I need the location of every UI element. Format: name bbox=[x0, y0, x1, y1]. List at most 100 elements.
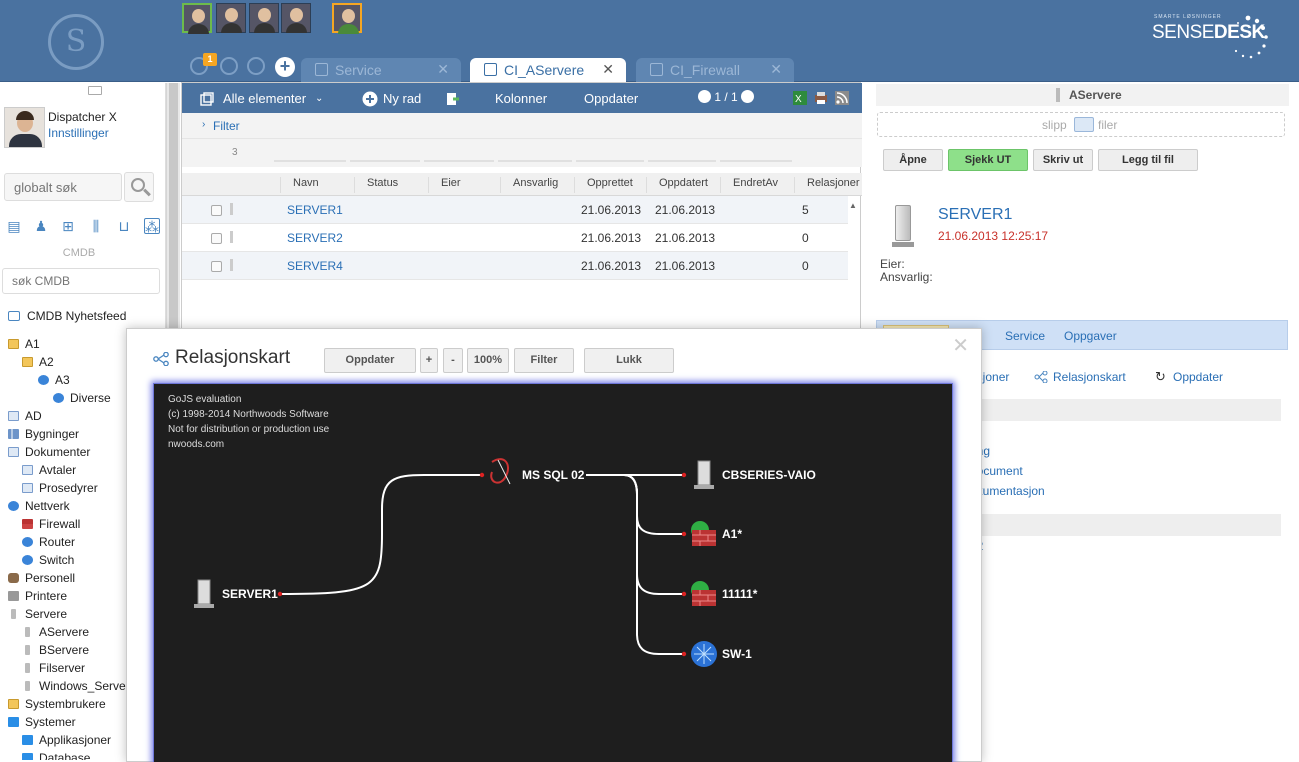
row-checkbox[interactable] bbox=[211, 233, 222, 244]
avatar[interactable] bbox=[4, 107, 45, 148]
table-row[interactable]: SERVER2 21.06.2013 21.06.2013 0 bbox=[182, 224, 848, 252]
table-row[interactable]: SERVER1 21.06.2013 21.06.2013 5 bbox=[182, 196, 848, 224]
add-icon[interactable] bbox=[362, 91, 378, 107]
cmdb-search-input[interactable] bbox=[2, 268, 160, 294]
export-icon[interactable] bbox=[446, 92, 460, 106]
close-icon[interactable]: ✕ bbox=[437, 61, 449, 78]
node-sw-1[interactable]: SW-1 bbox=[722, 647, 752, 661]
close-button[interactable]: Lukk bbox=[584, 348, 674, 373]
tree-item-a3[interactable]: A3 bbox=[38, 371, 70, 389]
tree-item-dokumenter[interactable]: Dokumenter bbox=[8, 443, 90, 461]
row-checkbox[interactable] bbox=[211, 261, 222, 272]
zoom-in-button[interactable]: + bbox=[420, 348, 438, 373]
view-selector[interactable]: Alle elementer bbox=[223, 91, 306, 106]
tree-item-personell[interactable]: Personell bbox=[8, 569, 75, 587]
tree-item-printere[interactable]: Printere bbox=[8, 587, 67, 605]
tree-item-database[interactable]: Database bbox=[22, 749, 90, 760]
file-drop-zone[interactable]: slipp filer bbox=[877, 112, 1285, 137]
scroll-up-icon[interactable]: ▲ bbox=[849, 201, 857, 210]
keyboard-icon[interactable] bbox=[88, 86, 102, 95]
prev-page-icon[interactable] bbox=[698, 90, 711, 103]
tree-item-bservere[interactable]: BServere bbox=[22, 641, 89, 659]
close-icon[interactable]: ✕ bbox=[952, 333, 969, 358]
tree-item-bygninger[interactable]: Bygninger bbox=[8, 425, 79, 443]
close-icon[interactable]: ✕ bbox=[602, 61, 614, 78]
user-avatar[interactable] bbox=[182, 3, 212, 34]
tree-item-systemer[interactable]: Systemer bbox=[8, 713, 76, 731]
row-name[interactable]: SERVER2 bbox=[287, 231, 343, 245]
tree-item-avtaler[interactable]: Avtaler bbox=[22, 461, 76, 479]
building-icon[interactable]: ▤ bbox=[6, 218, 22, 234]
tree-item-applikasjoner[interactable]: Applikasjoner bbox=[22, 731, 111, 749]
person-icon[interactable]: ♟ bbox=[33, 218, 49, 234]
hierarchy-icon[interactable]: ⊞ bbox=[60, 218, 76, 234]
book-icon[interactable]: ⊔ bbox=[116, 218, 132, 234]
attachment-icon[interactable] bbox=[247, 57, 265, 75]
chevron-down-icon[interactable]: ⌄ bbox=[315, 93, 323, 104]
scrollbar-thumb[interactable] bbox=[169, 83, 178, 328]
user-avatar[interactable] bbox=[249, 3, 279, 33]
clock-icon[interactable] bbox=[220, 57, 238, 75]
refresh-button[interactable]: Oppdater bbox=[324, 348, 416, 373]
tab-service[interactable]: Service ✕ bbox=[301, 58, 461, 82]
close-icon[interactable]: ✕ bbox=[770, 61, 782, 78]
notification-badge[interactable]: 1 bbox=[203, 53, 217, 66]
filter-button[interactable]: Filter bbox=[514, 348, 574, 373]
sliders-icon[interactable]: ⫼ bbox=[88, 218, 104, 234]
column-header[interactable]: Relasjoner bbox=[794, 177, 862, 193]
tree-item-nettverk[interactable]: Nettverk bbox=[8, 497, 70, 515]
newsfeed-link[interactable]: CMDB Nyhetsfeed bbox=[8, 309, 126, 323]
grid-scrollbar[interactable]: ▲ bbox=[846, 196, 860, 336]
global-search-input[interactable] bbox=[4, 173, 122, 201]
user-avatar[interactable] bbox=[216, 3, 246, 33]
tree-item-firewall[interactable]: Firewall bbox=[22, 515, 80, 533]
zoom-out-button[interactable]: - bbox=[443, 348, 463, 373]
excel-icon[interactable]: X bbox=[793, 91, 807, 105]
column-header[interactable]: EndretAv bbox=[720, 177, 794, 193]
user-avatar-selected[interactable] bbox=[332, 3, 362, 34]
tree-item-a1[interactable]: A1 bbox=[8, 335, 40, 353]
row-name[interactable]: SERVER4 bbox=[287, 259, 343, 273]
node-server1[interactable]: SERVER1 bbox=[222, 587, 278, 601]
columns-button[interactable]: Kolonner bbox=[495, 91, 547, 106]
next-page-icon[interactable] bbox=[741, 90, 755, 103]
tree-item-prosedyrer[interactable]: Prosedyrer bbox=[22, 479, 98, 497]
relation-map-canvas[interactable]: GoJS evaluation (c) 1998-2014 Northwoods… bbox=[153, 383, 953, 762]
refresh-link[interactable]: Oppdater bbox=[1173, 370, 1223, 384]
app-logo[interactable]: S bbox=[48, 14, 104, 70]
filter-toggle[interactable]: Filter bbox=[213, 119, 240, 133]
column-header[interactable]: Ansvarlig bbox=[500, 177, 574, 193]
column-header[interactable]: Oppdatert bbox=[646, 177, 720, 193]
print-button[interactable]: Skriv ut bbox=[1033, 149, 1093, 171]
tree-item-a2[interactable]: A2 bbox=[22, 353, 54, 371]
refresh-button[interactable]: Oppdater bbox=[584, 91, 638, 106]
tree-item-servere[interactable]: Servere bbox=[8, 605, 67, 623]
tree-item-aservere[interactable]: AServere bbox=[22, 623, 89, 641]
tree-item-systembrukere[interactable]: Systembrukere bbox=[8, 695, 106, 713]
tree-item-diverse[interactable]: Diverse bbox=[53, 389, 111, 407]
tab-ci-firewall[interactable]: CI_Firewall ✕ bbox=[636, 58, 794, 82]
new-tab-button[interactable]: + bbox=[275, 57, 295, 77]
column-header[interactable]: Eier bbox=[428, 177, 500, 193]
view-icon[interactable] bbox=[200, 92, 214, 106]
column-header[interactable]: Opprettet bbox=[574, 177, 648, 193]
column-header[interactable]: Navn bbox=[280, 177, 354, 193]
tree-item-ad[interactable]: AD bbox=[8, 407, 42, 425]
filter-row[interactable]: › Filter bbox=[182, 113, 862, 139]
node-cbseries-vaio[interactable]: CBSERIES-VAIO bbox=[722, 468, 816, 482]
tree-item-filserver[interactable]: Filserver bbox=[22, 659, 85, 677]
node-a1[interactable]: A1* bbox=[722, 527, 742, 541]
checkout-button[interactable]: Sjekk UT bbox=[948, 149, 1028, 171]
add-file-button[interactable]: Legg til fil bbox=[1098, 149, 1198, 171]
user-avatar[interactable] bbox=[281, 3, 311, 33]
tab-ci-aservere[interactable]: CI_AServere ✕ bbox=[470, 58, 626, 82]
settings-link[interactable]: Innstillinger bbox=[48, 126, 109, 140]
tree-item-switch[interactable]: Switch bbox=[22, 551, 74, 569]
open-button[interactable]: Åpne bbox=[883, 149, 943, 171]
tree-item-windows-server[interactable]: Windows_Server bbox=[22, 677, 132, 695]
tab-service[interactable]: Service bbox=[1005, 329, 1045, 343]
row-checkbox[interactable] bbox=[211, 205, 222, 216]
row-name[interactable]: SERVER1 bbox=[287, 203, 343, 217]
rss-icon[interactable] bbox=[835, 91, 849, 105]
column-header[interactable]: Status bbox=[354, 177, 426, 193]
